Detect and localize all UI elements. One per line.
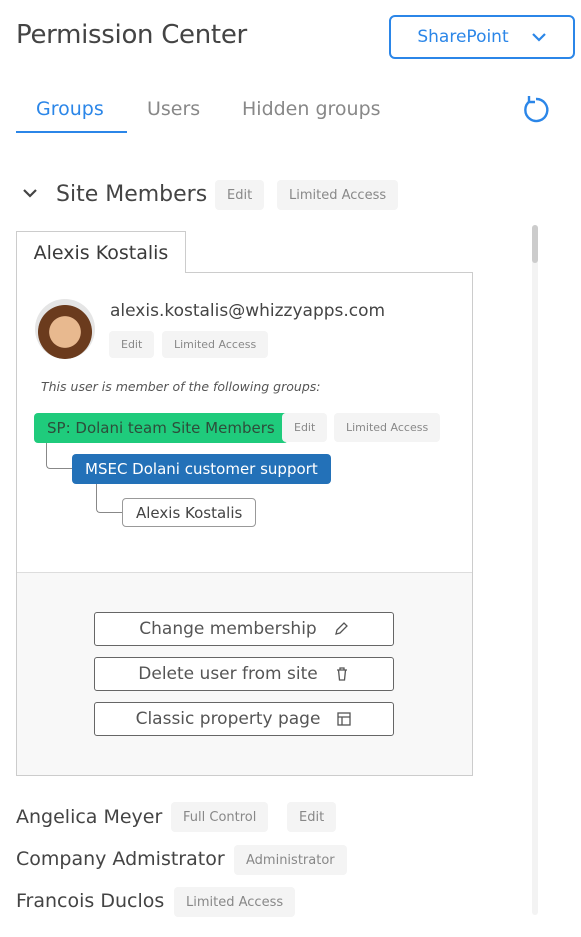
user-chip[interactable]: Alexis Kostalis: [122, 498, 257, 527]
pencil-icon: [334, 622, 348, 635]
tab-users[interactable]: Users: [147, 98, 200, 120]
permission-tag: Full Control: [171, 802, 269, 832]
membership-note: This user is member of the following gro…: [41, 379, 321, 394]
button-label: Change membership: [139, 619, 317, 639]
group-chip[interactable]: MSEC Dolani customer support: [72, 454, 331, 484]
scrollbar-thumb[interactable]: [532, 225, 538, 263]
source-select[interactable]: SharePoint: [389, 15, 575, 59]
tab-hidden-groups[interactable]: Hidden groups: [242, 98, 381, 120]
refresh-icon[interactable]: [521, 94, 551, 124]
permission-tag: Limited Access: [334, 413, 441, 442]
delete-user-button[interactable]: Delete user from site: [94, 657, 394, 691]
avatar: [35, 299, 95, 359]
chevron-down-icon: [531, 33, 546, 42]
permission-tag: Limited Access: [174, 887, 296, 917]
button-label: Classic property page: [135, 709, 321, 729]
active-tab-indicator: [16, 131, 127, 133]
user-tab[interactable]: Alexis Kostalis: [16, 231, 186, 273]
permission-tag: Edit: [215, 180, 265, 210]
group-chip[interactable]: SP: Dolani team Site Members: [34, 413, 288, 443]
source-select-label: SharePoint: [417, 27, 509, 47]
permission-tag: Limited Access: [277, 180, 399, 210]
classic-property-page-button[interactable]: Classic property page: [94, 702, 394, 736]
change-membership-button[interactable]: Change membership: [94, 612, 394, 646]
tab-groups[interactable]: Groups: [36, 98, 104, 120]
tree-connector: [46, 441, 74, 469]
tree-connector: [96, 483, 122, 513]
user-email: alexis.kostalis@whizzyapps.com: [110, 301, 386, 321]
section-title: Site Members: [56, 182, 208, 207]
layout-icon: [337, 712, 352, 726]
member-name[interactable]: Company Admistrator: [16, 848, 225, 870]
member-name[interactable]: Angelica Meyer: [16, 806, 162, 828]
permission-tag: Edit: [282, 413, 328, 442]
trash-icon: [336, 667, 347, 681]
page-title: Permission Center: [16, 20, 247, 50]
permission-tag: Edit: [287, 802, 337, 832]
permission-tag: Limited Access: [162, 331, 269, 358]
scrollbar-track[interactable]: [532, 225, 538, 915]
member-name[interactable]: Francois Duclos: [16, 890, 164, 912]
permission-tag: Administrator: [234, 845, 347, 875]
chevron-down-icon[interactable]: [22, 188, 38, 200]
button-label: Delete user from site: [138, 664, 318, 684]
permission-tag: Edit: [109, 331, 155, 358]
